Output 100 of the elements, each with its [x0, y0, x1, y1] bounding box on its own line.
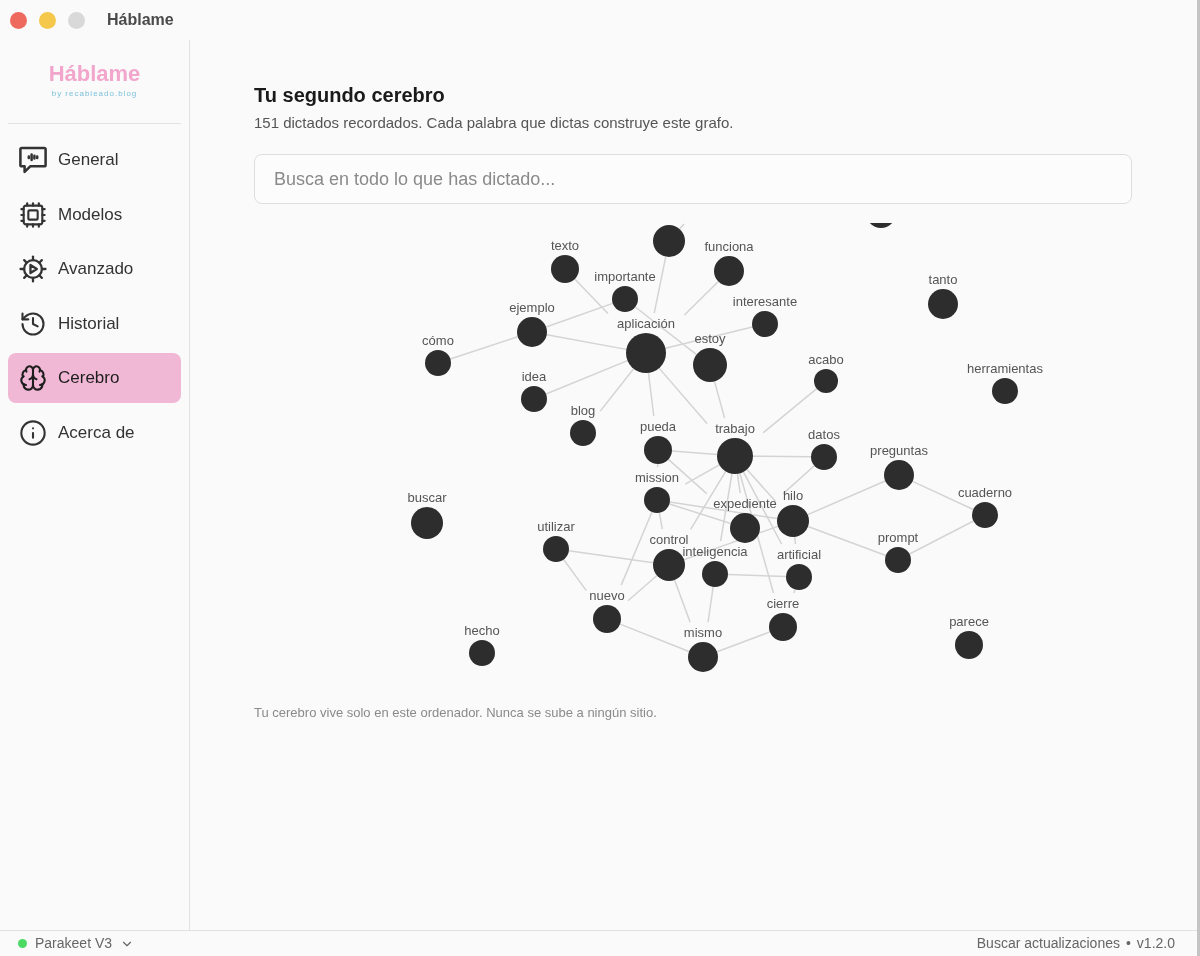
graph-edge	[707, 586, 714, 623]
node-label: trabajo	[715, 421, 755, 436]
node-label: funciona	[704, 239, 754, 254]
app-logo-subtitle: by recableado.blog	[51, 89, 138, 99]
graph-edge	[658, 512, 664, 530]
node-label: idea	[521, 369, 547, 384]
minimize-button[interactable]	[39, 11, 56, 29]
node-label: herramientas	[967, 361, 1043, 376]
graph-node	[693, 348, 727, 382]
graph-edge	[713, 380, 726, 419]
graph-node	[928, 289, 958, 319]
graph-node	[769, 613, 797, 641]
graph-node	[551, 255, 579, 283]
history-icon	[19, 309, 47, 338]
graph-node	[702, 561, 728, 587]
graph-node	[517, 317, 547, 347]
sidebar-item[interactable]: Cerebro	[8, 353, 181, 403]
node-label: cómo	[422, 333, 454, 348]
graph-node	[885, 547, 911, 573]
graph-node	[653, 549, 685, 581]
graph-node	[811, 444, 837, 470]
node-label: buscar	[407, 490, 447, 505]
node-label: utilizar	[537, 519, 575, 534]
node-label: importante	[594, 269, 656, 284]
page-subtitle: 151 dictados recordados. Cada palabra que dictas construye este grafo.	[254, 113, 735, 133]
graph-node	[717, 438, 753, 474]
node-label: interesante	[732, 294, 798, 309]
node-label: control	[649, 532, 689, 547]
sidebar-item[interactable]: General	[8, 135, 181, 185]
graph-node	[425, 350, 451, 376]
node-label: acabo	[808, 352, 844, 367]
graph-node	[644, 436, 672, 464]
graph-node	[653, 225, 685, 257]
graph-node	[521, 386, 547, 412]
node-label: ejemplo	[509, 300, 555, 315]
graph-node	[714, 256, 744, 286]
separator-dot: •	[1125, 934, 1131, 953]
graph-node	[688, 642, 718, 672]
graph-node	[786, 564, 812, 590]
node-label: cuaderno	[957, 485, 1013, 500]
graph-node	[814, 369, 838, 393]
graph-node	[543, 536, 569, 562]
graph-node	[777, 505, 809, 537]
node-label: tanto	[928, 272, 958, 287]
graph-node	[411, 507, 443, 539]
node-label: expediente	[713, 496, 777, 511]
node-label: parece	[949, 614, 989, 629]
gear-icon	[19, 255, 47, 283]
close-button[interactable]	[10, 11, 27, 29]
search-field[interactable]: Busca en todo lo que has dictado...	[254, 154, 1132, 204]
brain-icon	[19, 364, 47, 392]
model-name: Parakeet V3	[35, 934, 113, 953]
node-label: mismo	[683, 625, 723, 640]
node-label: aplicación	[617, 316, 675, 331]
node-label: prompt	[877, 530, 919, 545]
graph-node	[972, 502, 998, 528]
node-label: preguntas	[870, 443, 928, 458]
graph-edge	[678, 223, 685, 230]
info-icon	[19, 418, 47, 447]
graph-node	[570, 420, 596, 446]
sidebar-item[interactable]: Historial	[8, 298, 181, 349]
graph-node	[593, 605, 621, 633]
sidebar-item[interactable]: Modelos	[8, 189, 181, 240]
node-label: mission	[634, 470, 680, 485]
graph-edge	[647, 372, 655, 417]
node-label: blog	[570, 403, 596, 418]
graph-node	[612, 286, 638, 312]
node-label: nuevo	[589, 588, 625, 603]
graph-edge	[752, 455, 812, 458]
update-link[interactable]: Buscar actualizaciones	[976, 933, 1120, 954]
window-title: Háblame	[107, 10, 174, 30]
graph-node	[644, 487, 670, 513]
graph-node	[626, 333, 666, 373]
graph-node	[869, 223, 893, 228]
node-label: cierre	[766, 596, 800, 611]
speech-bubble-icon	[19, 146, 47, 174]
page-title: Tu segundo cerebro	[254, 83, 446, 107]
node-label: hilo	[782, 488, 804, 503]
privacy-note: Tu cerebro vive solo en este ordenador. Nunca se sube a ningún sitio.	[254, 704, 658, 722]
graph-node	[992, 378, 1018, 404]
graph-edge	[656, 463, 659, 468]
graph-edge	[793, 536, 797, 545]
node-label: estoy	[694, 331, 726, 346]
sidebar-item[interactable]: Acerca de	[8, 407, 181, 458]
graph-node	[752, 311, 778, 337]
node-label: texto	[550, 238, 580, 253]
node-label: hecho	[464, 623, 500, 638]
graph-node	[730, 513, 760, 543]
node-label: inteligencia	[682, 544, 748, 559]
graph-node	[884, 460, 914, 490]
graph-node	[955, 631, 983, 659]
node-label: datos	[808, 427, 840, 442]
graph-edge	[671, 450, 718, 456]
graph-edge	[793, 588, 796, 594]
node-label: artificial	[776, 547, 822, 562]
version-label: v1.2.0	[1136, 934, 1175, 953]
model-selector[interactable]: Parakeet V3	[18, 933, 135, 954]
sidebar-item[interactable]: Avanzado	[8, 244, 181, 294]
app-logo-title: Háblame	[48, 61, 141, 87]
chip-icon	[19, 200, 47, 229]
